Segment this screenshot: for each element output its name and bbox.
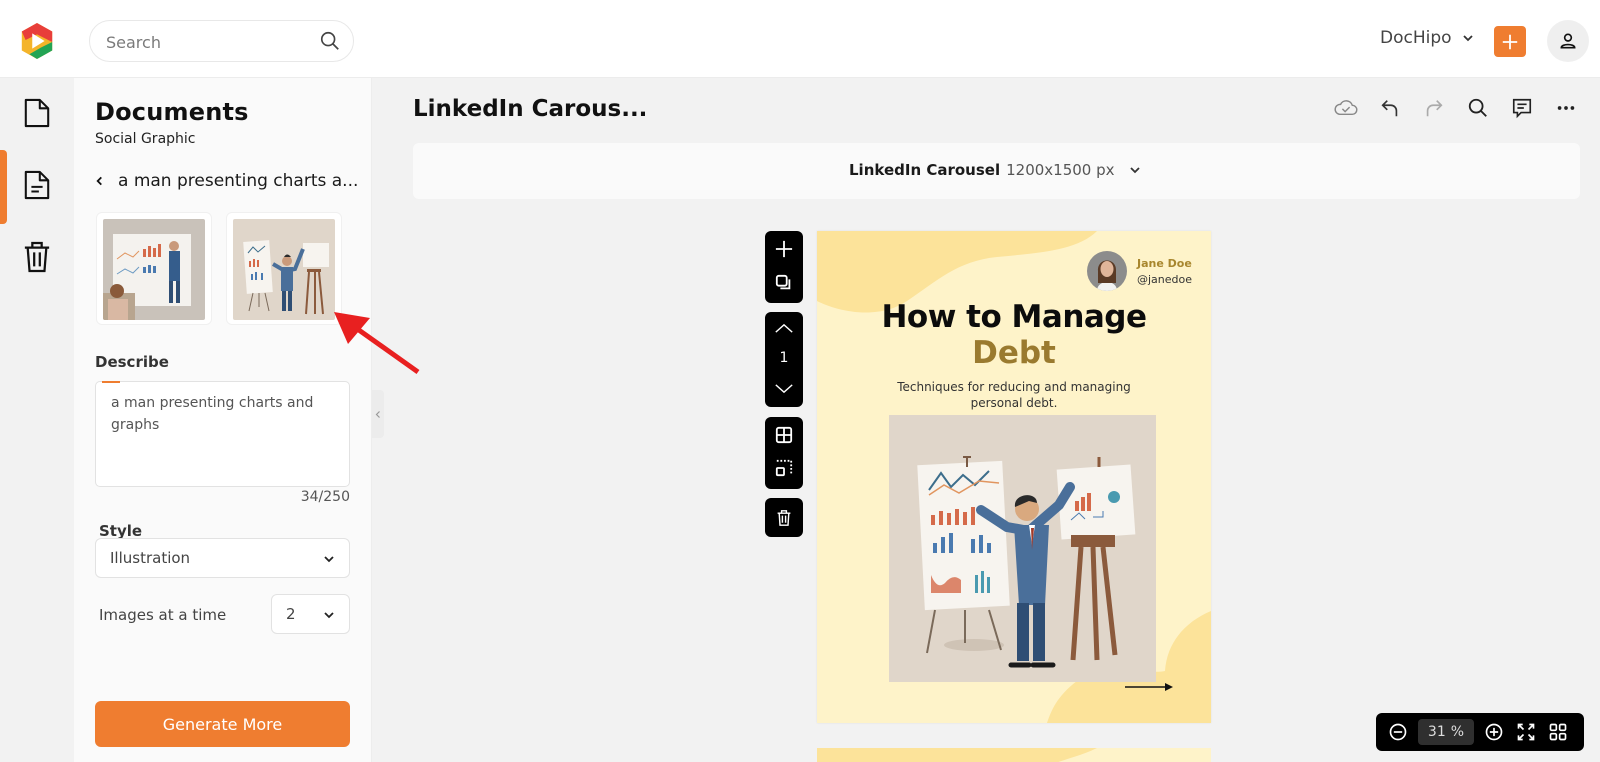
ai-image-panel: Documents Social Graphic a man presentin… (74, 78, 372, 762)
workspace-menu[interactable]: DocHipo (1380, 28, 1474, 48)
redo-icon[interactable] (1422, 96, 1446, 120)
page-nav-group: 1 (765, 312, 803, 407)
panel-subtitle: Social Graphic (95, 131, 196, 147)
cloud-saved-icon[interactable] (1334, 96, 1358, 120)
chevron-down-icon (1462, 35, 1473, 42)
zoom-controls: 31 % (1376, 713, 1584, 751)
delete-page-group (765, 498, 803, 537)
chevron-down-icon (775, 383, 793, 393)
generated-images (96, 212, 342, 325)
create-new-button[interactable] (1494, 26, 1526, 57)
next-arrow-icon (1125, 683, 1173, 691)
plus-icon (775, 240, 793, 258)
author-avatar (1087, 251, 1127, 291)
fit-screen-icon[interactable] (1514, 720, 1538, 744)
panel-title: Documents (95, 98, 249, 126)
describe-field[interactable]: a man presenting charts and graphs (95, 381, 350, 487)
grid-layout-button[interactable] (765, 417, 803, 453)
select-area-button[interactable] (765, 453, 803, 483)
duplicate-page-button[interactable] (765, 267, 803, 299)
page-up-button[interactable] (765, 312, 803, 344)
search-box[interactable] (89, 20, 354, 62)
chevron-down-icon (324, 612, 334, 619)
presenter-illustration-image (233, 219, 335, 320)
chevron-down-icon (324, 556, 334, 563)
delete-page-button[interactable] (765, 498, 803, 537)
zoom-out-icon[interactable] (1386, 720, 1410, 744)
user-avatar-button[interactable] (1547, 20, 1589, 62)
search-input[interactable] (106, 31, 306, 53)
page-size-dims: 1200x1500 px (1006, 161, 1115, 179)
trash-icon (777, 509, 791, 526)
more-icon[interactable] (1554, 96, 1578, 120)
page-down-button[interactable] (765, 372, 803, 404)
chevron-left-icon (375, 410, 380, 418)
author-handle: @janedoe (1137, 272, 1193, 286)
generated-image-2[interactable] (226, 212, 342, 325)
page-size-name: LinkedIn Carousel (849, 161, 1001, 179)
undo-icon[interactable] (1378, 96, 1402, 120)
file-icon (24, 98, 50, 128)
add-page-button[interactable] (765, 231, 803, 267)
plus-icon (1502, 34, 1518, 49)
workspace-menu-label: DocHipo (1380, 28, 1452, 48)
tagline[interactable]: Techniques for reducing and managing per… (887, 379, 1141, 411)
images-count-select[interactable]: 2 (271, 594, 350, 634)
collapse-panel-handle[interactable] (372, 390, 384, 438)
rail-item-trash[interactable] (0, 222, 74, 292)
headline-line-2[interactable]: Debt (817, 335, 1211, 371)
canvas-page-1[interactable]: Jane Doe @janedoe How to Manage Debt Tec… (817, 231, 1211, 723)
zoom-level-value: 31 (1427, 724, 1446, 740)
presenter-photo-image (103, 219, 205, 320)
generated-image-1[interactable] (96, 212, 212, 325)
comment-icon[interactable] (1510, 96, 1534, 120)
page-size-select[interactable]: LinkedIn Carousel 1200x1500 px (849, 161, 1141, 179)
left-rail (0, 78, 74, 762)
zoom-in-icon[interactable] (1482, 720, 1506, 744)
images-count-value: 2 (286, 605, 296, 623)
decorative-blob-top (817, 748, 1097, 762)
style-select[interactable]: Illustration (95, 538, 350, 578)
user-icon (1560, 33, 1576, 49)
author-name: Jane Doe (1137, 256, 1192, 270)
file-text-icon (24, 170, 50, 200)
author-profile[interactable]: Jane Doe @janedoe (1087, 251, 1192, 291)
describe-label: Describe (95, 353, 169, 371)
search-icon[interactable] (319, 30, 341, 52)
trash-icon (24, 241, 50, 273)
duplicate-icon (775, 274, 791, 290)
search-icon[interactable] (1466, 96, 1490, 120)
document-title[interactable]: LinkedIn Carous... (413, 96, 647, 122)
page-add-group (765, 231, 803, 303)
back-button[interactable]: a man presenting charts a... (95, 171, 358, 191)
canvas-page-2[interactable] (817, 748, 1211, 762)
hero-illustration-image[interactable] (889, 415, 1156, 682)
grid-view-icon[interactable] (1546, 720, 1570, 744)
style-select-value: Illustration (110, 549, 191, 567)
select-area-icon (775, 459, 793, 477)
page-number: 1 (779, 350, 789, 366)
dochipo-logo[interactable] (18, 21, 56, 61)
generate-more-button[interactable]: Generate More (95, 701, 350, 747)
chevron-down-icon (1129, 167, 1140, 174)
back-label: a man presenting charts a... (118, 171, 359, 191)
headline-line-1[interactable]: How to Manage (817, 299, 1211, 335)
describe-input[interactable]: a man presenting charts and graphs (111, 392, 339, 480)
editor-toolbar (1334, 96, 1578, 120)
chevron-left-icon (96, 176, 102, 186)
zoom-level-unit: % (1450, 724, 1465, 740)
character-counter: 34/250 (300, 489, 350, 505)
images-at-a-time-label: Images at a time (99, 606, 227, 624)
rail-item-documents[interactable] (0, 78, 74, 148)
grid-icon (775, 426, 793, 444)
page-size-bar: LinkedIn Carousel 1200x1500 px (413, 143, 1580, 199)
chevron-up-icon (775, 323, 793, 333)
rail-item-templates[interactable] (0, 150, 74, 224)
page-layout-group (765, 417, 803, 489)
zoom-level[interactable]: 31 % (1418, 719, 1474, 745)
top-header: DocHipo (0, 0, 1600, 78)
